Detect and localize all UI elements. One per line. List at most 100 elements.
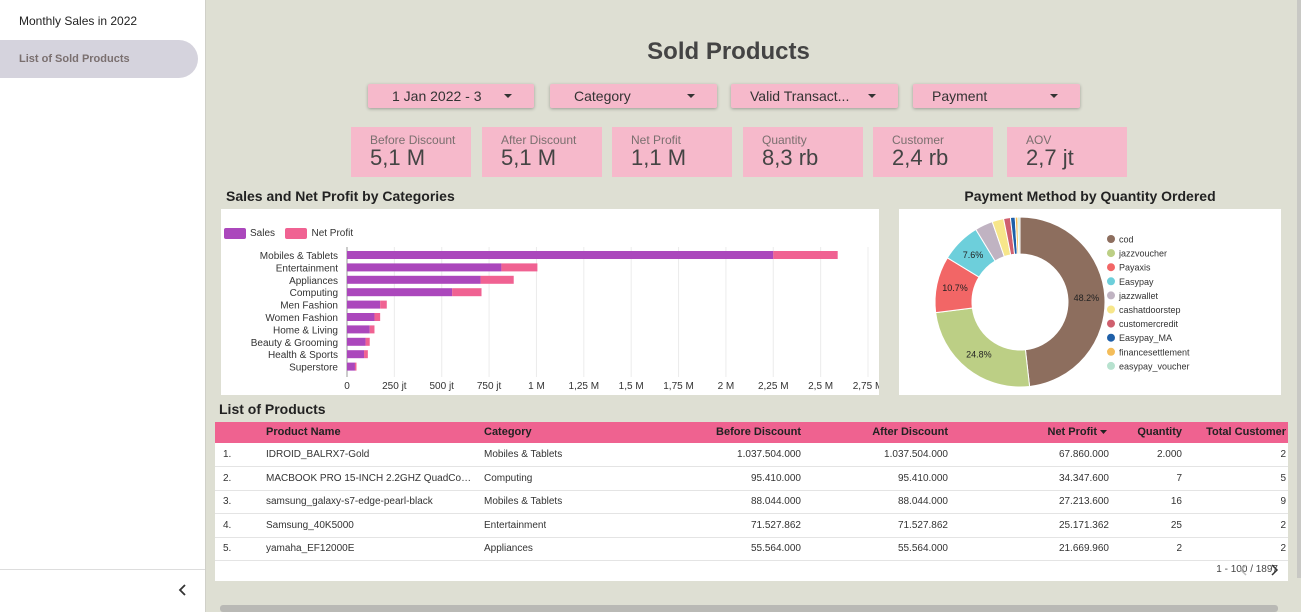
bar-sales[interactable] [347,263,502,272]
legend-label: Payaxis [1119,263,1151,273]
payment-filter[interactable]: Payment [913,84,1080,108]
bar-net-profit[interactable] [773,251,838,259]
x-tick-label: 500 jt [429,381,454,392]
caret-down-icon [687,94,695,98]
products-table: Product Name Category Before Discount Af… [215,422,1288,581]
before-discount-cell: 55.564.000 [750,543,801,554]
after-discount-cell: 71.527.862 [897,519,948,531]
total-customer-cell: 2 [1280,543,1286,554]
bar-net-profit[interactable] [374,313,381,321]
bar-net-profit[interactable] [364,350,368,359]
total-customer-cell: 5 [1280,472,1286,484]
column-header-category[interactable]: Category [484,426,532,438]
kpi-value: 5,1 M [370,145,426,170]
chevron-left-icon[interactable] [1238,563,1250,577]
slice-value-label: 10.7% [942,283,968,293]
bar-net-profit[interactable] [365,337,370,346]
quantity-cell: 2.000 [1156,449,1182,460]
row-number-cell: 4. [223,519,232,531]
bar-net-profit[interactable] [501,263,538,272]
kpi-value: 2,4 rb [892,145,949,170]
total-customer-cell: 2 [1280,449,1286,460]
vertical-scrollbar[interactable] [1297,0,1301,578]
nav-item-label: Monthly Sales in 2022 [19,14,138,28]
horizontal-scrollbar[interactable] [220,605,1278,612]
bar-net-profit[interactable] [369,325,375,334]
x-tick-label: 2,25 M [758,381,789,392]
filter-label: Payment [932,88,988,104]
legend-marker [1107,235,1115,243]
before-discount-cell: 71.527.862 [750,519,801,531]
valid-transaction-filter[interactable]: Valid Transact... [731,84,898,108]
legend-label: customercredit [1119,319,1179,329]
product-name-cell: samsung_galaxy-s7-edge-pearl-black [266,496,433,507]
x-tick-label: 2,75 M [853,381,879,392]
bar-net-profit[interactable] [354,362,357,371]
caret-down-icon [1050,94,1058,98]
legend-marker [1107,361,1115,370]
bar-sales[interactable] [347,251,774,259]
kpi-value: 8,3 rb [762,145,819,170]
bar-chart: 0 250 jt 500 jt 750 jt 1 M 1,25 M 1,5 M 1,75 M 2… [251,247,879,392]
category-cell: Appliances [484,543,533,554]
filter-label: 1 Jan 2022 - 3 [392,88,482,104]
date-range-filter[interactable]: 1 Jan 2022 - 3 [368,84,534,108]
table-row[interactable]: 5. yamaha_EF12000E Appliances 55.564.000 55.… [215,537,1288,561]
table-row[interactable]: 1. IDROID_BALRX7-Gold Mobiles & Tablets 1.0… [215,443,1288,467]
x-tick-label: 2,5 M [808,381,833,392]
kpi-quantity: Quantity 8,3 rb [743,127,863,177]
category-filter[interactable]: Category [550,84,717,108]
quantity-cell: 25 [1170,519,1182,531]
column-header-after-discount[interactable]: After Discount [805,426,948,438]
chevron-left-icon[interactable] [176,583,190,597]
category-label: Women Fashion [265,313,338,324]
x-tick-label: 250 jt [382,381,407,392]
bar-sales[interactable] [347,313,375,321]
after-discount-cell: 88.044.000 [897,496,948,507]
category-cell: Entertainment [484,519,547,531]
sort-desc-icon[interactable] [1100,430,1108,436]
sidebar-footer [0,569,205,612]
legend-label: easypay_voucher [1119,361,1190,371]
nav-item-list-of-sold-products[interactable]: List of Sold Products [0,40,198,78]
bar-net-profit[interactable] [380,300,387,309]
legend-marker [1107,305,1115,314]
bar-net-profit[interactable] [452,288,482,297]
product-name-cell: MACBOOK PRO 15-INCH 2.2GHZ QuadCore... [266,472,472,484]
column-header-product-name[interactable]: Product Name [266,426,341,438]
quantity-cell: 2 [1176,543,1182,554]
column-header-quantity[interactable]: Quantity [1115,426,1182,438]
bar-sales[interactable] [347,300,381,309]
legend-label: jazzwallet [1118,291,1159,301]
bar-sales[interactable] [347,337,366,346]
category-label: Entertainment [276,263,338,274]
bar-sales[interactable] [347,288,453,297]
donut-slice-easypay-voucher[interactable] [1017,216,1021,255]
column-header-before-discount[interactable]: Before Discount [655,426,801,438]
nav-item-monthly-sales[interactable]: Monthly Sales in 2022 [0,2,198,40]
column-header-net-profit[interactable]: Net Profit [1005,426,1098,438]
kpi-value: 1,1 M [631,145,687,170]
x-tick-label: 1 M [528,381,545,392]
bar-sales[interactable] [347,325,370,334]
table-row[interactable]: 4. Samsung_40K5000 Entertainment 71.527.862… [215,514,1288,538]
after-discount-cell: 95.410.000 [897,472,948,484]
quantity-cell: 16 [1170,496,1182,507]
sidebar: Monthly Sales in 2022 List of Sold Produ… [0,0,206,612]
bar-sales[interactable] [347,275,481,284]
net-profit-cell: 34.347.600 [1058,472,1109,484]
column-header-total-customer[interactable]: Total Customer [1185,426,1286,438]
x-tick-label: 1,25 M [569,381,600,392]
chevron-right-icon[interactable] [1268,563,1280,577]
bar-net-profit[interactable] [480,275,514,284]
kpi-value: 2,7 jt [1026,145,1074,170]
bar-sales[interactable] [347,362,355,371]
legend-label: Easypay [1119,277,1154,287]
legend-label: jazzvoucher [1118,249,1167,259]
table-row[interactable]: 3. samsung_galaxy-s7-edge-pearl-black Mobi… [215,490,1288,514]
slice-value-label: 24.8% [966,349,992,359]
category-cell: Mobiles & Tablets [484,496,563,507]
bar-sales[interactable] [347,350,365,359]
donut-slice-jazzvoucher[interactable] [935,307,1031,388]
table-row[interactable]: 2. MACBOOK PRO 15-INCH 2.2GHZ QuadCore...… [215,467,1288,491]
